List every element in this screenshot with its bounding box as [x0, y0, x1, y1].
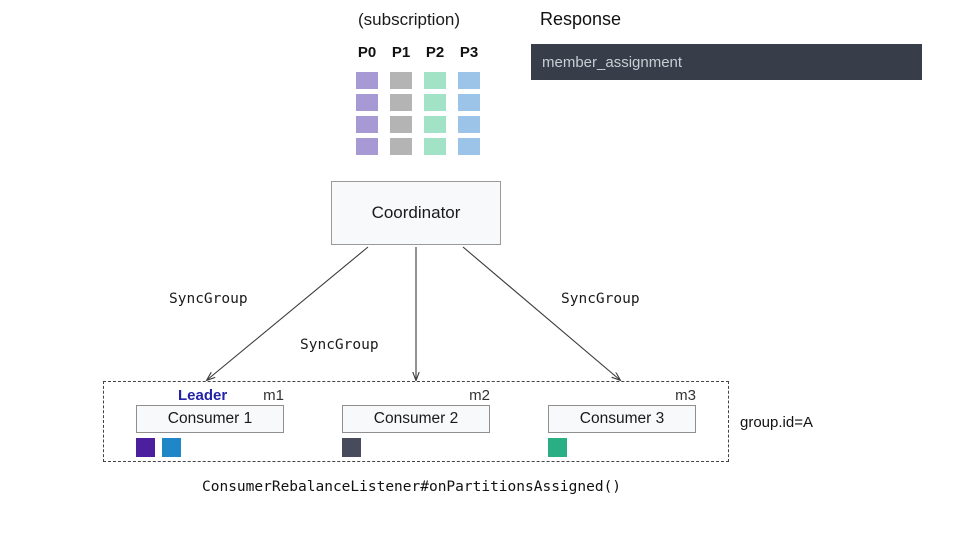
- partition-label-p0: P0: [357, 44, 377, 61]
- partition-record-p3-1: [458, 94, 480, 111]
- partition-record-p1-0: [390, 72, 412, 89]
- edge-label-syncgroup-3: SyncGroup: [561, 291, 640, 307]
- consumer-3-assignments: [548, 438, 696, 457]
- consumer-2-label: Consumer 2: [373, 410, 459, 427]
- consumer-node-1[interactable]: Consumer 1: [136, 405, 284, 433]
- arrow-to-consumer-3: [462, 246, 620, 380]
- consumer-1-meta: Leader m1: [136, 387, 284, 405]
- member-id-m3: m3: [675, 387, 696, 404]
- partition-header-row: P0 P1 P2 P3: [350, 44, 486, 61]
- consumer-3-label: Consumer 3: [579, 410, 665, 427]
- partition-column-p0: [350, 72, 384, 155]
- partition-record-p0-3: [356, 138, 378, 155]
- assignment-chip-1-0: [136, 438, 155, 457]
- arrow-to-consumer-1: [207, 246, 369, 380]
- consumer-node-2[interactable]: Consumer 2: [342, 405, 490, 433]
- partition-record-p2-1: [424, 94, 446, 111]
- group-id-label: group.id=A: [740, 414, 813, 431]
- assignment-chip-3-0: [548, 438, 567, 457]
- footer-caption: ConsumerRebalanceListener#onPartitionsAs…: [202, 479, 622, 495]
- consumer-unit-1: Leader m1 Consumer 1: [136, 387, 284, 457]
- partition-label-p3: P3: [459, 44, 479, 61]
- member-assignment-field: member_assignment: [542, 53, 683, 71]
- partition-record-p0-0: [356, 72, 378, 89]
- consumer-2-assignments: [342, 438, 490, 457]
- partition-record-p1-3: [390, 138, 412, 155]
- consumer-2-meta: m2: [342, 387, 490, 405]
- assignment-chip-2-0: [342, 438, 361, 457]
- consumer-node-3[interactable]: Consumer 3: [548, 405, 696, 433]
- partition-record-p3-0: [458, 72, 480, 89]
- coordinator-node: Coordinator: [331, 181, 501, 245]
- leader-badge: Leader: [178, 387, 228, 404]
- consumer-unit-2: m2 Consumer 2: [342, 387, 490, 457]
- member-id-m1: m1: [263, 387, 284, 404]
- partition-record-p2-3: [424, 138, 446, 155]
- consumer-unit-3: m3 Consumer 3: [548, 387, 696, 457]
- partition-grid: [350, 72, 486, 155]
- response-box: member_assignment: [531, 44, 922, 80]
- partition-column-p3: [452, 72, 486, 155]
- response-title: Response: [540, 9, 622, 29]
- partition-label-p2: P2: [425, 44, 445, 61]
- partition-column-p1: [384, 72, 418, 155]
- consumer-3-meta: m3: [548, 387, 696, 405]
- partition-record-p1-2: [390, 116, 412, 133]
- edge-label-syncgroup-1: SyncGroup: [169, 291, 248, 307]
- partition-record-p1-1: [390, 94, 412, 111]
- consumer-1-label: Consumer 1: [167, 410, 253, 427]
- partition-record-p0-1: [356, 94, 378, 111]
- partition-record-p3-3: [458, 138, 480, 155]
- assignment-chip-1-1: [162, 438, 181, 457]
- member-id-m2: m2: [469, 387, 490, 404]
- subscription-caption: (subscription): [358, 10, 461, 29]
- consumer-1-assignments: [136, 438, 284, 457]
- coordinator-label: Coordinator: [371, 203, 461, 222]
- diagram-canvas: (subscription) P0 P1 P2 P3 Response memb…: [0, 0, 960, 540]
- partition-record-p2-2: [424, 116, 446, 133]
- partition-record-p0-2: [356, 116, 378, 133]
- edge-label-syncgroup-2: SyncGroup: [300, 337, 379, 353]
- partition-record-p3-2: [458, 116, 480, 133]
- partition-record-p2-0: [424, 72, 446, 89]
- partition-label-p1: P1: [391, 44, 411, 61]
- partition-column-p2: [418, 72, 452, 155]
